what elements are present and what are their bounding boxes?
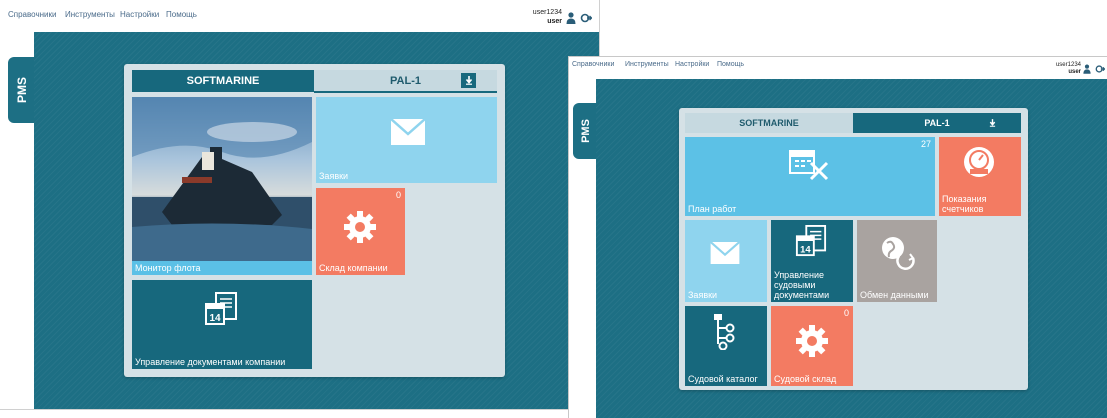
- menu-item-references[interactable]: Справочники: [572, 61, 614, 68]
- menu-item-references[interactable]: Справочники: [8, 10, 56, 19]
- tile-fleet-monitor[interactable]: Монитор флота: [132, 97, 312, 275]
- tile-vessel-docs[interactable]: 14 Управление судовыми документами: [771, 220, 853, 302]
- calendar-document-icon: 14: [795, 225, 827, 257]
- user-role: user: [1068, 69, 1081, 75]
- menu-item-settings[interactable]: Настройки: [675, 61, 709, 68]
- tab-underline: [314, 91, 497, 93]
- tile-ship-catalog[interactable]: Судовой каталог: [685, 306, 767, 386]
- ship-image: [132, 97, 312, 261]
- user-profile-icon[interactable]: [1083, 64, 1091, 74]
- tile-company-docs[interactable]: 14 Управление документами компании: [132, 280, 312, 369]
- tile-fleet-monitor-label: Монитор флота: [135, 263, 201, 273]
- tile-ship-warehouse-label: Судовой склад: [774, 374, 837, 384]
- side-tab-label: PMS: [580, 119, 592, 143]
- side-tab-label: PMS: [14, 76, 29, 104]
- side-tab-pms[interactable]: PMS: [8, 57, 36, 123]
- envelope-icon: [710, 242, 740, 264]
- user-role: user: [547, 18, 562, 25]
- tile-ship-catalog-label: Судовой каталог: [688, 374, 758, 384]
- user-profile-icon[interactable]: [566, 12, 576, 24]
- svg-text:14: 14: [800, 243, 811, 254]
- tile-requests-label: Заявки: [688, 290, 718, 300]
- menu-item-help[interactable]: Помощь: [166, 10, 197, 19]
- tiles-panel: SOFTMARINE PAL-1 Монитор флота Заявки 0 …: [124, 64, 505, 377]
- tile-company-warehouse-count: 0: [395, 190, 401, 200]
- tile-work-plan-label: План работ: [688, 204, 737, 214]
- tiles-panel: SOFTMARINE PAL-1 27 План работ Показания…: [679, 108, 1028, 390]
- tile-company-warehouse[interactable]: 0 Склад компании: [316, 188, 405, 275]
- svg-text:14: 14: [209, 313, 221, 324]
- tile-ship-warehouse-count: 0: [843, 308, 849, 318]
- download-icon[interactable]: [986, 116, 999, 129]
- gear-icon: [344, 211, 376, 243]
- user-name: user1234: [1055, 62, 1081, 68]
- tile-data-exchange[interactable]: Обмен данными: [857, 220, 937, 302]
- user-name: user1234: [532, 9, 562, 16]
- menu-item-tools[interactable]: Инструменты: [625, 61, 669, 68]
- tile-work-plan[interactable]: 27 План работ: [685, 137, 935, 216]
- tile-work-plan-count: 27: [920, 139, 931, 149]
- tree-hierarchy-icon: [714, 314, 735, 350]
- user-info: user1234 user: [528, 8, 562, 26]
- user-info: user1234 user: [1041, 62, 1081, 76]
- download-icon[interactable]: [461, 73, 476, 88]
- calendar-document-icon: 14: [205, 292, 237, 325]
- meter-gauge-icon: [964, 147, 994, 177]
- tile-meter-readings[interactable]: Показания счетчиков: [939, 137, 1021, 216]
- tile-meter-readings-label: Показания счетчиков: [942, 194, 987, 214]
- logout-icon[interactable]: [580, 12, 592, 24]
- logout-icon[interactable]: [1095, 64, 1105, 74]
- gear-icon: [796, 325, 828, 357]
- tile-company-warehouse-label: Склад компании: [319, 263, 388, 273]
- tile-data-exchange-label: Обмен данными: [860, 290, 929, 300]
- window-company-view: Справочники Инструменты Настройки Помощь…: [0, 0, 600, 410]
- menu-item-settings[interactable]: Настройки: [120, 10, 159, 19]
- window-vessel-view: Справочники Инструменты Настройки Помощь…: [568, 56, 1107, 418]
- menu-bar: Справочники Инструменты Настройки Помощь…: [0, 0, 599, 26]
- tile-requests[interactable]: Заявки: [316, 97, 497, 183]
- globe-sync-icon: [882, 237, 915, 270]
- tile-ship-warehouse[interactable]: 0 Судовой склад: [771, 306, 853, 386]
- menu-item-tools[interactable]: Инструменты: [65, 10, 115, 19]
- tile-requests-label: Заявки: [319, 171, 349, 181]
- envelope-icon: [391, 119, 425, 145]
- tile-vessel-docs-label: Управление судовыми документами: [774, 270, 830, 300]
- tile-company-docs-label: Управление документами компании: [135, 357, 286, 367]
- tab-company[interactable]: SOFTMARINE: [685, 113, 853, 133]
- tab-company[interactable]: SOFTMARINE: [132, 70, 314, 92]
- menu-item-help[interactable]: Помощь: [717, 61, 744, 68]
- calendar-tools-icon: [789, 150, 829, 181]
- tile-requests[interactable]: Заявки: [685, 220, 767, 302]
